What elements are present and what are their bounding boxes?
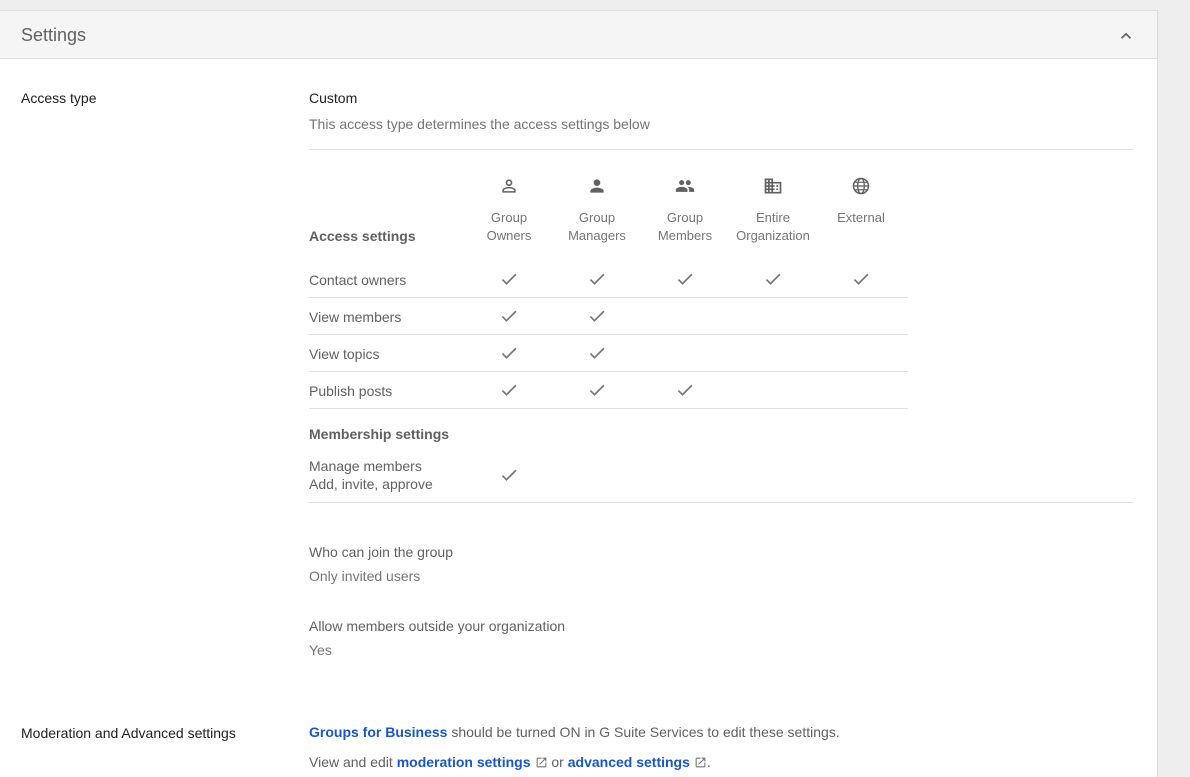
join-label: Who can join the group [309,544,453,560]
moderation-links: View and edit moderation settings or adv… [309,754,711,772]
row-label-view-members: View members [309,309,402,325]
outside-members-value: Yes [309,642,332,658]
membership-settings-header: Membership settings [309,426,450,442]
access-type-label: Access type [21,90,97,106]
check-icon [587,380,607,400]
row-divider [309,334,908,335]
row-divider [309,371,908,372]
check-icon [499,380,519,400]
join-value: Only invited users [309,568,421,584]
groups-for-business-link[interactable]: Groups for Business [309,724,447,740]
check-icon [587,343,607,363]
moderation-label: Moderation and Advanced settings [21,725,236,741]
access-type-value: Custom [309,90,358,106]
person-outline-icon [499,176,519,196]
divider [309,149,1133,150]
column-header-entire-organization: Entire Organization [736,210,810,243]
moderation-settings-link[interactable]: moderation settings [397,754,531,770]
row-sublabel-manage-members: Add, invite, approve [309,476,433,492]
globe-icon [851,176,871,196]
outside-members-label: Allow members outside your organization [309,618,566,634]
check-icon [675,269,695,289]
check-icon [499,465,519,485]
row-label-contact-owners: Contact owners [309,272,407,288]
check-icon [851,269,871,289]
check-icon [587,306,607,326]
chevron-up-icon[interactable] [1116,26,1136,46]
column-header-external: External [837,210,885,225]
column-header-group-owners: Group Owners [486,210,532,243]
check-icon [675,380,695,400]
settings-panel: Settings Access type Custom This access … [0,10,1158,777]
check-icon [763,269,783,289]
open-in-new-icon[interactable] [535,756,548,772]
column-header-group-managers: Group Managers [568,210,626,243]
open-in-new-icon[interactable] [694,756,707,772]
row-divider [309,408,908,409]
advanced-settings-link[interactable]: advanced settings [568,754,690,770]
row-divider [309,297,908,298]
row-label-manage-members: Manage members [309,458,422,474]
building-icon [763,176,783,196]
person-icon [587,176,607,196]
row-label-view-topics: View topics [309,346,380,362]
check-icon [587,269,607,289]
check-icon [499,306,519,326]
people-icon [675,176,695,196]
page-background-strip [1158,0,1190,777]
moderation-notice: Groups for Business should be turned ON … [309,724,840,740]
access-settings-header: Access settings [309,228,416,244]
row-label-publish-posts: Publish posts [309,383,393,399]
divider [309,502,1133,503]
settings-panel-header[interactable]: Settings [0,10,1157,59]
column-header-group-members: Group Members [657,210,713,243]
check-icon [499,343,519,363]
panel-title: Settings [21,25,87,45]
access-type-description: This access type determines the access s… [309,116,650,132]
check-icon [499,269,519,289]
